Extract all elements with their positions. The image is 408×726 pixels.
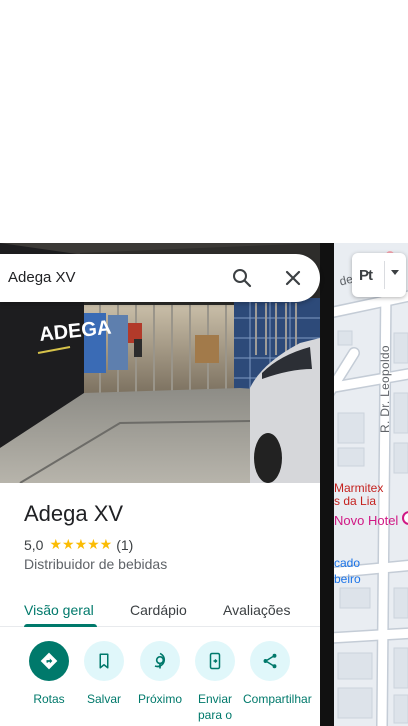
- save-label: Salvar: [86, 692, 121, 706]
- place-category[interactable]: Distribuidor de bebidas: [24, 556, 167, 572]
- tab-overview[interactable]: Visão geral: [24, 602, 94, 618]
- directions-icon: [29, 641, 69, 681]
- rating-row[interactable]: 5,0 ★★★★★ (1): [24, 536, 133, 553]
- tab-bar: Visão geral Cardápio Avaliações: [0, 591, 320, 627]
- bookmark-icon: [84, 641, 124, 681]
- action-bar: Rotas Salvar Próximo Enviar para o Compa…: [0, 641, 320, 726]
- active-tab-indicator: [24, 624, 97, 627]
- send-to-phone-label: Enviar para o: [197, 692, 233, 722]
- chevron-down-icon[interactable]: [391, 270, 399, 275]
- search-query[interactable]: Adega XV: [8, 269, 76, 286]
- review-count[interactable]: (1): [116, 537, 133, 553]
- app-viewport: de Souza R. Dr. Leopoldo Marmitex s da L…: [0, 0, 408, 726]
- send-to-phone-button[interactable]: Enviar para o: [188, 641, 242, 723]
- star-rating-icon: ★★★★★: [49, 536, 113, 552]
- save-button[interactable]: Salvar: [77, 641, 131, 707]
- map-label-beiro[interactable]: beiro: [334, 572, 361, 586]
- map-label-marmitex[interactable]: Marmitex: [334, 481, 383, 495]
- place-title: Adega XV: [24, 501, 124, 526]
- tab-menu[interactable]: Cardápio: [130, 602, 187, 618]
- send-to-phone-icon: [195, 641, 235, 681]
- map-label-hotel[interactable]: Novo Hotel: [334, 513, 398, 528]
- share-button[interactable]: Compartilhar: [243, 641, 312, 707]
- share-label: Compartilhar: [243, 692, 312, 706]
- panel-map-divider: [320, 243, 334, 726]
- nearby-label: Próximo: [137, 692, 182, 706]
- nearby-icon: [140, 641, 180, 681]
- rating-value: 5,0: [24, 536, 44, 553]
- share-icon: [250, 641, 290, 681]
- map-canvas[interactable]: de Souza R. Dr. Leopoldo Marmitex s da L…: [334, 243, 408, 726]
- search-icon[interactable]: [230, 266, 254, 290]
- directions-label: Rotas: [33, 692, 65, 706]
- map-label-cado[interactable]: cado: [334, 556, 360, 570]
- directions-button[interactable]: Rotas: [22, 641, 76, 707]
- blank-area: [0, 0, 408, 243]
- map-label-street-leopoldo: R. Dr. Leopoldo: [378, 345, 392, 433]
- map-layer-button[interactable]: Pt: [352, 253, 406, 297]
- nearby-button[interactable]: Próximo: [133, 641, 187, 707]
- search-bar[interactable]: Adega XV: [0, 254, 320, 302]
- layer-button-separator: [384, 261, 385, 289]
- tab-reviews[interactable]: Avaliações: [223, 602, 290, 618]
- translate-icon: Pt: [359, 266, 373, 284]
- close-icon[interactable]: [281, 266, 305, 290]
- place-panel: ADEGA Adega XV 5,0 ★★★★★ (1) Distribuido…: [0, 243, 320, 726]
- map-label-lia[interactable]: s da Lia: [334, 494, 376, 508]
